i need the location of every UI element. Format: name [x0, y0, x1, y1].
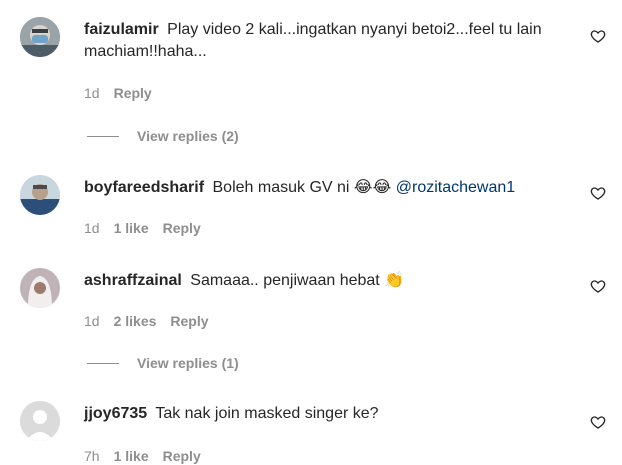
likes-count[interactable]: 1 like	[114, 219, 149, 237]
likes-count[interactable]: 1 like	[114, 447, 149, 465]
view-replies-label: View replies (2)	[137, 128, 239, 144]
like-heart-icon[interactable]	[590, 414, 606, 430]
comment-username[interactable]: jjoy6735	[84, 405, 147, 422]
comment-meta: 1d 1 like Reply	[84, 219, 215, 237]
comment-text: Tak nak join masked singer ke?	[155, 405, 379, 422]
view-replies-button[interactable]: View replies (2)	[87, 128, 239, 144]
user-avatar[interactable]	[20, 17, 60, 57]
comment-time: 7h	[84, 448, 100, 464]
reply-button[interactable]: Reply	[163, 219, 201, 237]
avatar-default-icon	[20, 401, 60, 441]
comment-meta: 1d 2 likes Reply	[84, 312, 223, 330]
likes-count[interactable]: 2 likes	[114, 312, 157, 330]
avatar-person-icon	[20, 175, 60, 215]
laughing-emoji: 😂😂	[353, 177, 392, 196]
user-avatar[interactable]	[20, 268, 60, 308]
view-replies-label: View replies (1)	[137, 355, 239, 371]
comment-text: Samaaa.. penjiwaan hebat	[190, 272, 380, 289]
divider-line	[87, 135, 119, 137]
reply-button[interactable]: Reply	[114, 84, 152, 102]
user-mention-link[interactable]: @rozitachewan1	[396, 179, 515, 196]
like-heart-icon[interactable]	[590, 278, 606, 294]
avatar-masked-person-icon	[20, 17, 60, 57]
reply-button[interactable]: Reply	[163, 447, 201, 465]
comment-username[interactable]: ashraffzainal	[84, 272, 182, 289]
comment-body: faizulamir Play video 2 kali...ingatkan …	[84, 19, 574, 63]
comment-body: boyfareedsharif Boleh masuk GV ni 😂😂 @ro…	[84, 176, 574, 199]
comment-time: 1d	[84, 313, 100, 329]
comment-time: 1d	[84, 220, 100, 236]
reply-button[interactable]: Reply	[170, 312, 208, 330]
like-heart-icon[interactable]	[590, 28, 606, 44]
user-avatar[interactable]	[20, 175, 60, 215]
avatar-veiled-person-icon	[20, 268, 60, 308]
comment-body: jjoy6735 Tak nak join masked singer ke?	[84, 403, 574, 425]
divider-line	[87, 362, 119, 364]
comment-username[interactable]: faizulamir	[84, 21, 159, 38]
comment-text: Boleh masuk GV ni	[212, 179, 350, 196]
comment-meta: 7h 1 like Reply	[84, 447, 215, 465]
clapping-hands-emoji: 👏	[384, 270, 405, 289]
like-heart-icon[interactable]	[590, 185, 606, 201]
user-avatar[interactable]	[20, 401, 60, 441]
comment-meta: 1d Reply	[84, 84, 166, 102]
view-replies-button[interactable]: View replies (1)	[87, 355, 239, 371]
comment-body: ashraffzainal Samaaa.. penjiwaan hebat 👏	[84, 269, 574, 292]
comment-time: 1d	[84, 85, 100, 101]
comment-username[interactable]: boyfareedsharif	[84, 179, 204, 196]
